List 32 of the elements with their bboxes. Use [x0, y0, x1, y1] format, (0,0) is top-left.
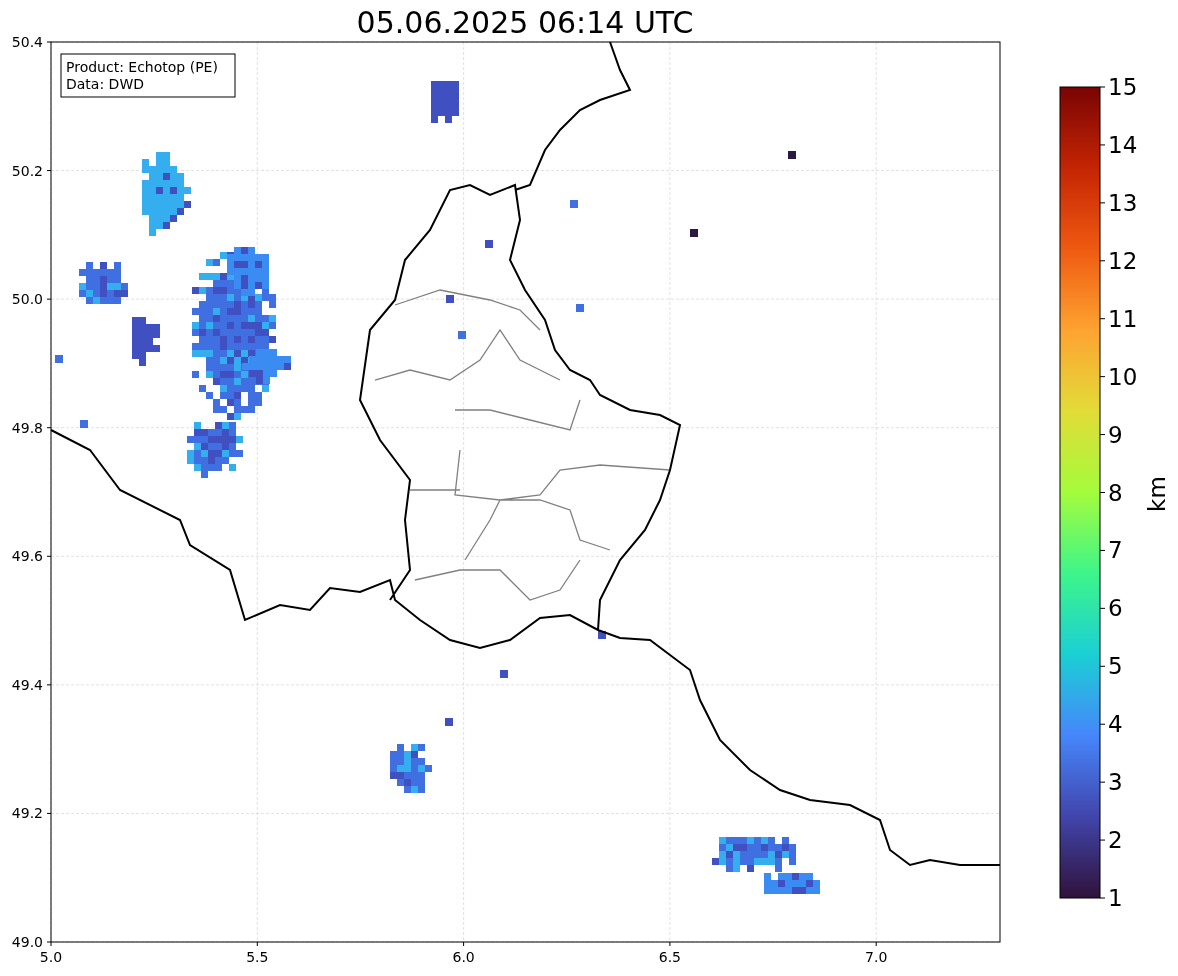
latitude-tick-label: 50.4	[11, 34, 43, 50]
latitude-tick-label: 49.8	[11, 419, 43, 436]
colorbar-tick-label: 9	[1108, 421, 1123, 448]
latitude-tick-label: 49.0	[11, 934, 43, 950]
legend-text: Product: Echotop (PE)	[66, 59, 218, 75]
colorbar-tick-label: 10	[1108, 363, 1138, 390]
colorbar-tick-label: 6	[1108, 595, 1123, 622]
latitude-tick-label: 49.2	[11, 805, 43, 822]
longitude-tick-label: 5.5	[246, 949, 269, 965]
longitude-tick-label: 7.0	[865, 949, 888, 965]
longitude-tick-label: 5.0	[39, 949, 63, 965]
latitude-tick-label: 49.4	[11, 676, 43, 693]
latitude-tick-label: 49.6	[11, 548, 43, 565]
colorbar-tick-label: 7	[1108, 537, 1123, 564]
colorbar-tick-label: 15	[1108, 74, 1138, 100]
legend-text: Data: DWD	[66, 76, 144, 92]
latitude-tick-label: 50.2	[11, 162, 43, 179]
colorbar-tick-label: 3	[1108, 769, 1123, 796]
longitude-tick-label: 6.0	[452, 949, 475, 965]
chart-title: 05.06.2025 06:14 UTC	[356, 5, 694, 40]
colorbar-tick-label: 4	[1108, 711, 1123, 738]
longitude-tick-label: 6.5	[658, 949, 682, 965]
colorbar-tick-label: 14	[1108, 131, 1138, 158]
colorbar-tick-label: 12	[1108, 247, 1138, 274]
colorbar-tick-label: 11	[1108, 305, 1138, 332]
colorbar-tick-label: 2	[1108, 827, 1123, 854]
colorbar-tick-label: 8	[1108, 479, 1123, 506]
colorbar-tick-label: 13	[1108, 189, 1138, 216]
colorbar-tick-label: 5	[1108, 653, 1123, 680]
latitude-tick-label: 50.0	[11, 291, 43, 308]
colorbar-tick-label: 1	[1108, 885, 1123, 911]
colorbar-label: km	[1144, 476, 1170, 512]
